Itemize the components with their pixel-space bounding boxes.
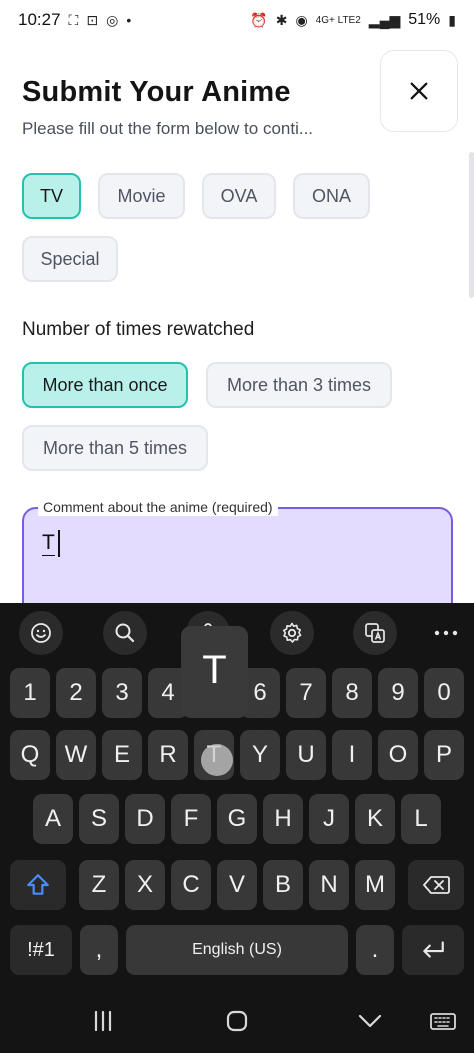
page-title: Submit Your Anime [22, 76, 291, 108]
keyboard-switch-button[interactable] [428, 1006, 458, 1036]
more-notifications-dot: • [126, 12, 132, 28]
translate-icon [365, 623, 385, 643]
key-p[interactable]: P [424, 730, 464, 780]
hotspot-icon: ◉ [295, 11, 308, 28]
key-9[interactable]: 9 [378, 668, 418, 718]
network-type-label: 4G+ LTE2 [315, 14, 361, 26]
key-7[interactable]: 7 [286, 668, 326, 718]
gear-icon [283, 622, 302, 643]
comment-value: T [42, 531, 55, 556]
type-chip-ova[interactable]: OVA [202, 173, 276, 219]
shift-key[interactable] [10, 860, 66, 910]
key-8[interactable]: 8 [332, 668, 372, 718]
key-3[interactable]: 3 [102, 668, 142, 718]
rewatch-chip-5-times[interactable]: More than 5 times [22, 425, 208, 471]
key-k[interactable]: K [355, 794, 395, 844]
key-v[interactable]: V [217, 860, 257, 910]
hide-keyboard-button[interactable] [355, 1006, 385, 1036]
rewatch-chip-once[interactable]: More than once [22, 362, 188, 408]
backspace-icon [423, 876, 450, 894]
comment-label: Comment about the anime (required) [38, 498, 278, 516]
translate-button[interactable] [353, 611, 397, 655]
keyboard-settings-button[interactable] [270, 611, 314, 655]
status-time: 10:27 [18, 10, 61, 29]
close-icon [410, 82, 428, 100]
key-j[interactable]: J [309, 794, 349, 844]
screenshot-icon: ⛶ [68, 11, 79, 28]
key-r[interactable]: R [148, 730, 188, 780]
key-preview-popup: T [181, 626, 248, 718]
chevron-down-icon [358, 1014, 382, 1028]
keyboard-icon [430, 1013, 456, 1030]
signal-icon: ▂▄▆ [368, 11, 401, 28]
enter-icon [423, 941, 444, 958]
home-button[interactable] [222, 1006, 252, 1036]
key-f[interactable]: F [171, 794, 211, 844]
rewatch-section-label: Number of times rewatched [22, 319, 255, 340]
rewatch-chip-3-times[interactable]: More than 3 times [206, 362, 392, 408]
key-y[interactable]: Y [240, 730, 280, 780]
search-icon [115, 623, 135, 643]
key-0[interactable]: 0 [424, 668, 464, 718]
touch-indicator [201, 744, 233, 776]
key-q[interactable]: Q [10, 730, 50, 780]
key-i[interactable]: I [332, 730, 372, 780]
key-n[interactable]: N [309, 860, 349, 910]
search-button[interactable] [103, 611, 147, 655]
comma-key[interactable]: , [80, 925, 118, 975]
key-w[interactable]: W [56, 730, 96, 780]
key-s[interactable]: S [79, 794, 119, 844]
screen-record-icon: ⊡ [86, 11, 99, 28]
key-2[interactable]: 2 [56, 668, 96, 718]
key-e[interactable]: E [102, 730, 142, 780]
key-c[interactable]: C [171, 860, 211, 910]
enter-key[interactable] [402, 925, 464, 975]
key-g[interactable]: G [217, 794, 257, 844]
key-o[interactable]: O [378, 730, 418, 780]
status-left: 10:27 ⛶ ⊡ ◎ • [18, 10, 131, 30]
key-x[interactable]: X [125, 860, 165, 910]
status-right: ⏰ ✱ ◉ 4G+ LTE2 ▂▄▆ 51% ▮ [250, 11, 456, 29]
comment-textarea[interactable]: Comment about the anime (required) T [22, 498, 453, 617]
backspace-key[interactable] [408, 860, 464, 910]
key-a[interactable]: A [33, 794, 73, 844]
type-chip-special[interactable]: Special [22, 236, 118, 282]
key-h[interactable]: H [263, 794, 303, 844]
key-b[interactable]: B [263, 860, 303, 910]
recents-icon [94, 1010, 112, 1032]
recents-button[interactable] [88, 1006, 118, 1036]
home-icon [226, 1010, 248, 1032]
app-notification-icon: ◎ [106, 11, 119, 28]
type-chip-ona[interactable]: ONA [293, 173, 370, 219]
key-z[interactable]: Z [79, 860, 119, 910]
alarm-icon: ⏰ [250, 11, 268, 28]
battery-icon: ▮ [448, 11, 456, 28]
emoji-button[interactable] [19, 611, 63, 655]
page-subtitle: Please fill out the form below to conti.… [22, 119, 314, 138]
submit-anime-form: Submit Your Anime Please fill out the fo… [0, 40, 474, 617]
text-caret [58, 530, 60, 557]
status-bar: 10:27 ⛶ ⊡ ◎ • ⏰ ✱ ◉ 4G+ LTE2 ▂▄▆ 51% ▮ [0, 0, 474, 40]
battery-percent: 51% [408, 11, 441, 28]
bluetooth-icon: ✱ [275, 11, 288, 28]
toolbar-more-button[interactable] [428, 621, 464, 645]
close-button[interactable] [380, 50, 458, 132]
key-l[interactable]: L [401, 794, 441, 844]
scrollbar[interactable] [469, 152, 474, 298]
symbols-key[interactable]: !#1 [10, 925, 72, 975]
key-u[interactable]: U [286, 730, 326, 780]
key-d[interactable]: D [125, 794, 165, 844]
period-key[interactable]: . [356, 925, 394, 975]
shift-icon [27, 874, 49, 895]
key-1[interactable]: 1 [10, 668, 50, 718]
emoji-icon [31, 623, 51, 643]
type-chip-movie[interactable]: Movie [98, 173, 185, 219]
key-m[interactable]: M [355, 860, 395, 910]
more-horizontal-icon [434, 630, 458, 636]
space-key[interactable]: English (US) [126, 925, 348, 975]
type-chip-tv[interactable]: TV [22, 173, 81, 219]
system-nav-bar [0, 990, 474, 1053]
